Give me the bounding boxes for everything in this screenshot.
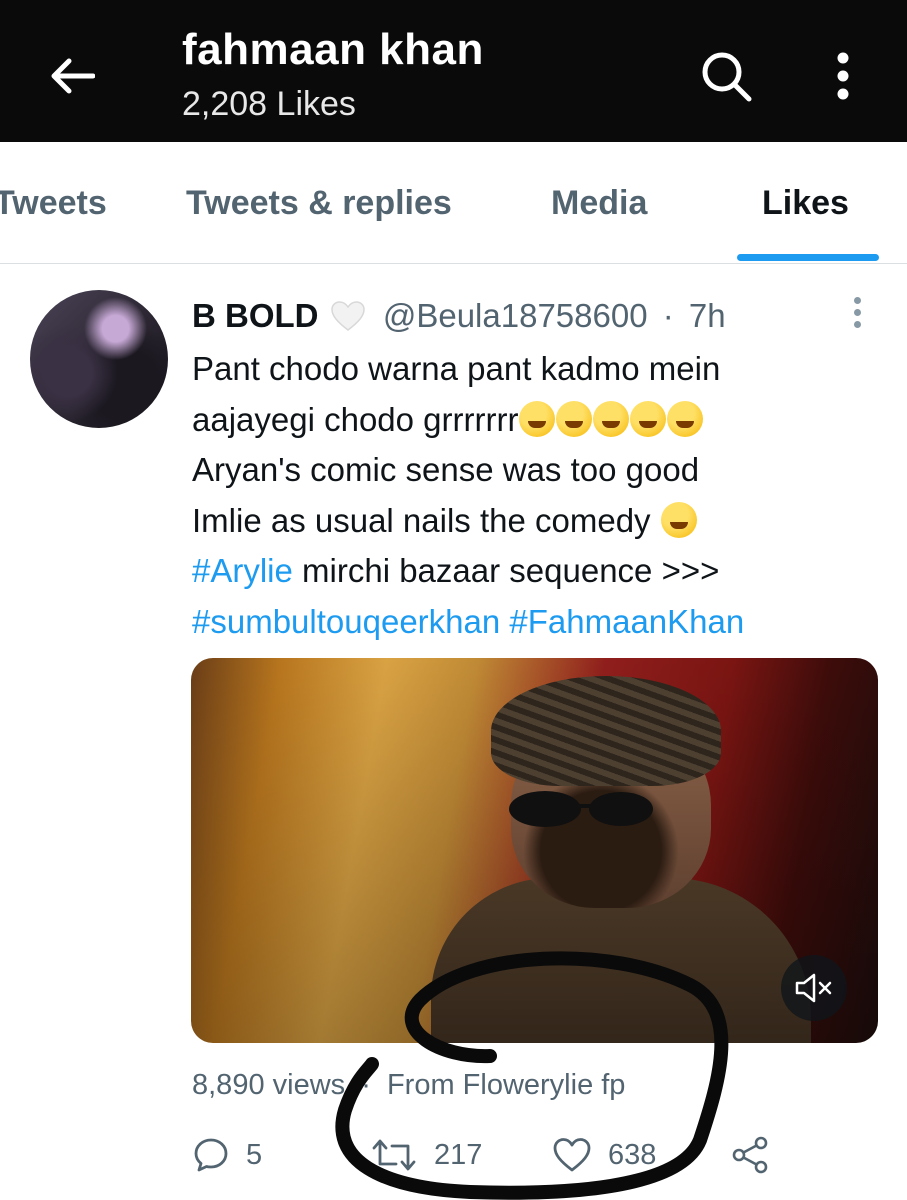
mute-icon xyxy=(795,973,832,1003)
profile-tabs: Tweets Tweets & replies Media Likes xyxy=(0,142,907,264)
hashtag-sumbultouqeerkhan[interactable]: #sumbultouqeerkhan xyxy=(192,603,500,640)
search-button[interactable] xyxy=(694,44,758,108)
hand-over-mouth-emoji-icon xyxy=(556,400,593,437)
video-figure-turban xyxy=(491,676,721,786)
view-count: 8,890 views xyxy=(192,1069,346,1101)
retweet-button[interactable]: 217 xyxy=(370,1130,482,1180)
retweet-icon xyxy=(372,1139,416,1171)
white-heart-icon xyxy=(330,301,365,331)
tweet-more-dot xyxy=(853,320,861,328)
tweet-line-2: aajayegi chodo grrrrrrr xyxy=(192,395,892,446)
tweet-actions: 5 217 638 xyxy=(192,1130,882,1180)
reply-count: 5 xyxy=(246,1138,263,1171)
tab-media[interactable]: Media xyxy=(551,184,647,223)
tab-likes[interactable]: Likes xyxy=(762,184,849,223)
tweet-line-5: #Arylie mirchi bazaar sequence >>> xyxy=(192,546,892,597)
profile-title-block: fahmaan khan 2,208 Likes xyxy=(182,24,484,126)
tweet-time[interactable]: 7h xyxy=(689,297,726,334)
tweet-more-button[interactable] xyxy=(838,288,876,336)
tweet-line-1: Pant chodo warna pant kadmo mein xyxy=(192,350,721,387)
likes-count: 2,208 Likes xyxy=(182,85,356,123)
tweet-line-2-text: aajayegi chodo grrrrrrr xyxy=(192,400,519,438)
meta-separator: · xyxy=(361,1069,371,1101)
like-count: 638 xyxy=(608,1138,657,1171)
tab-tweets-replies[interactable]: Tweets & replies xyxy=(186,184,452,223)
more-vertical-icon xyxy=(837,52,849,100)
like-button[interactable]: 638 xyxy=(552,1130,656,1180)
tweet-meta: 8,890 views · From Flowerylie fp xyxy=(192,1066,625,1104)
author-name[interactable]: B BOLD xyxy=(192,297,319,334)
tab-tweets[interactable]: Tweets xyxy=(0,184,107,223)
active-tab-indicator xyxy=(737,254,879,261)
retweet-count: 217 xyxy=(434,1138,483,1171)
tweet-line-3: Aryan's comic sense was too good xyxy=(192,451,700,488)
author-handle[interactable]: @Beula18758600 xyxy=(383,297,648,334)
tweet-more-dot xyxy=(853,308,861,316)
tweet-line-4: Imlie as usual nails the comedy xyxy=(192,496,892,547)
tweet-text: Pant chodo warna pant kadmo mein aajayeg… xyxy=(192,344,892,647)
tweet-line-6: #sumbultouqeerkhan #FahmaanKhan xyxy=(192,597,892,648)
liked-from-source[interactable]: From Flowerylie fp xyxy=(387,1069,626,1101)
video-figure-sunglasses xyxy=(509,791,653,827)
reply-button[interactable]: 5 xyxy=(192,1130,262,1180)
avatar[interactable] xyxy=(30,290,168,428)
tweet-line-4-text: Imlie as usual nails the comedy xyxy=(192,501,651,539)
rofl-emoji-icon xyxy=(630,400,667,437)
share-button[interactable] xyxy=(730,1130,770,1180)
tweet-header: B BOLD @Beula18758600 · 7h xyxy=(192,294,832,338)
top-bar: fahmaan khan 2,208 Likes xyxy=(0,0,907,142)
reply-icon xyxy=(194,1138,228,1172)
tweet-video[interactable] xyxy=(191,658,878,1043)
mute-button[interactable] xyxy=(781,955,847,1021)
page-title: fahmaan khan xyxy=(182,25,484,74)
rofl-emoji-icon xyxy=(667,400,704,437)
squinting-tongue-emoji-icon xyxy=(519,400,556,437)
more-options-button[interactable] xyxy=(818,44,868,108)
heart-icon xyxy=(553,1138,591,1172)
back-arrow-icon xyxy=(51,58,95,94)
share-icon xyxy=(732,1136,768,1174)
tweet-more-dot xyxy=(853,296,861,304)
rofl-emoji-icon xyxy=(660,501,697,538)
time-separator: · xyxy=(662,297,674,334)
tweet-line-5-text: mirchi bazaar sequence >>> xyxy=(292,552,720,589)
hashtag-fahmaankhan[interactable]: #FahmaanKhan xyxy=(509,603,744,640)
hashtag-arylie[interactable]: #Arylie xyxy=(192,552,293,589)
search-icon xyxy=(702,52,752,102)
back-button[interactable] xyxy=(40,44,104,108)
hand-over-mouth-emoji-icon xyxy=(593,400,630,437)
